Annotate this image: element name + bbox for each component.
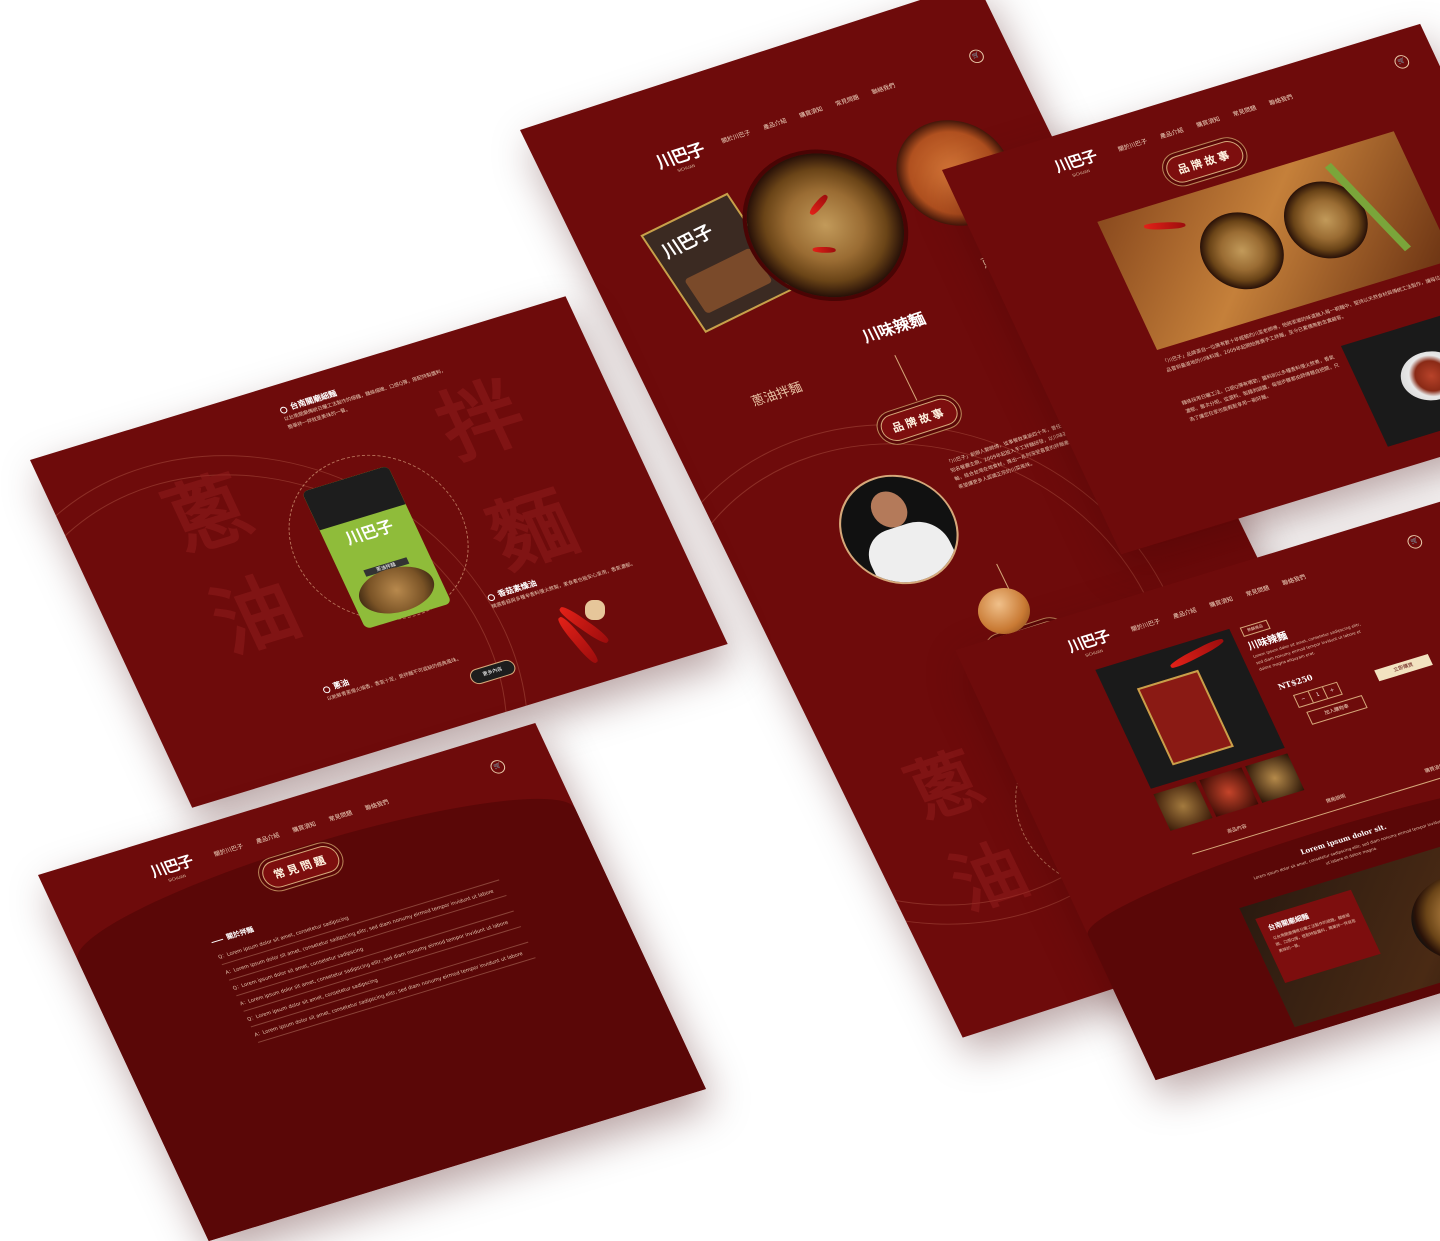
logo[interactable]: 川巴子 SICHUAN <box>1051 145 1102 181</box>
dash-icon <box>211 938 224 943</box>
hero-left-label: 蔥油拌麵 <box>749 380 806 410</box>
nav-item-faq[interactable]: 常見問題 <box>327 808 354 823</box>
chili-garnish <box>1168 636 1226 671</box>
nav-item-products[interactable]: 產品介紹 <box>254 830 281 845</box>
nav-item-products[interactable]: 產品介紹 <box>1171 605 1198 620</box>
onion-decoration <box>978 588 1030 634</box>
big-char-4: 麵 <box>474 475 591 585</box>
nav-item-contact[interactable]: 聯絡我們 <box>1267 92 1294 107</box>
chili-garnish <box>1143 221 1186 231</box>
pack-logo: 川巴子 <box>658 221 718 263</box>
cart-icon[interactable]: 🛒 <box>1405 533 1425 551</box>
cart-icon[interactable]: 🛒 <box>1392 53 1412 71</box>
noodle-bowl-image <box>1270 171 1382 269</box>
tab-purchase[interactable]: 購買須知 <box>1423 762 1440 781</box>
nav-item-about[interactable]: 關於川巴子 <box>1129 616 1162 633</box>
hero-center-title: 川味辣麵 <box>859 309 929 347</box>
main-nav: 關於川巴子 產品介紹 購買須知 常見問題 聯絡我們 <box>1116 92 1294 154</box>
logo[interactable]: 川巴子 SICHUAN <box>651 136 710 178</box>
nav-item-faq[interactable]: 常見問題 <box>1231 103 1258 118</box>
timeline-connector <box>894 355 918 401</box>
noodle-bowl-image <box>1186 202 1298 300</box>
nav-item-about[interactable]: 關於川巴子 <box>1116 136 1149 153</box>
nav-item-purchase[interactable]: 購買須知 <box>1208 594 1234 609</box>
logo[interactable]: 川巴子 SICHUAN <box>1064 625 1115 661</box>
nav-item-faq[interactable]: 常見問題 <box>1244 583 1271 598</box>
spice-plate-photo <box>1340 305 1440 447</box>
bullet-icon <box>321 685 332 694</box>
cart-icon[interactable]: 🛒 <box>966 47 987 65</box>
nav-item-contact[interactable]: 聯絡我們 <box>363 797 390 812</box>
buy-now-button[interactable]: 立即購買 <box>1374 653 1433 682</box>
nav-item-products[interactable]: 產品介紹 <box>1158 125 1185 140</box>
tab-spec[interactable]: 規格說明 <box>1325 793 1350 812</box>
chili-decoration <box>545 600 615 675</box>
product-pack-image <box>1136 669 1234 766</box>
brand-story-photo <box>1097 131 1440 350</box>
mockup-products-section: 蔥 拌 油 麵 台南關廟細麵 以台南關廟傳統日曬工法製作的細麵，麵條細緻、口感Q… <box>30 296 728 808</box>
chili-garnish <box>812 246 836 253</box>
noodle-bowl-image <box>1395 859 1440 975</box>
bullet-icon <box>278 405 289 414</box>
nav-item-contact[interactable]: 聯絡我們 <box>870 80 897 96</box>
nav-item-contact[interactable]: 聯絡我們 <box>1280 572 1307 587</box>
bullet-icon <box>486 592 496 602</box>
main-nav: 關於川巴子 產品介紹 購買須知 常見問題 聯絡我們 <box>719 80 897 145</box>
nav-item-faq[interactable]: 常見問題 <box>834 92 860 108</box>
nav-item-about[interactable]: 關於川巴子 <box>719 127 752 145</box>
logo[interactable]: 川巴子 SICHUAN <box>147 850 198 886</box>
mockup-faq-page: 川巴子 SICHUAN 關於川巴子 產品介紹 購買須知 常見問題 聯絡我們 🛒 常… <box>38 722 706 1241</box>
nav-item-purchase[interactable]: 購買須知 <box>1195 114 1221 129</box>
tab-content[interactable]: 商品內容 <box>1226 823 1251 842</box>
nav-item-purchase[interactable]: 購買須知 <box>291 819 317 834</box>
nav-item-about[interactable]: 關於川巴子 <box>212 841 245 858</box>
feature-card-text: 以台南關廟傳統日曬工法製作的細麵，麵條細緻、口感Q彈，搭配特製醬料，簡單拌一拌就… <box>1271 912 1357 954</box>
nav-item-products[interactable]: 產品介紹 <box>761 116 788 132</box>
spice-plate-image <box>1392 344 1440 408</box>
nav-item-purchase[interactable]: 購買須知 <box>797 104 824 120</box>
ginger-piece <box>585 600 605 620</box>
cart-icon[interactable]: 🛒 <box>488 758 508 776</box>
product-price: NT$250 <box>1276 672 1315 692</box>
